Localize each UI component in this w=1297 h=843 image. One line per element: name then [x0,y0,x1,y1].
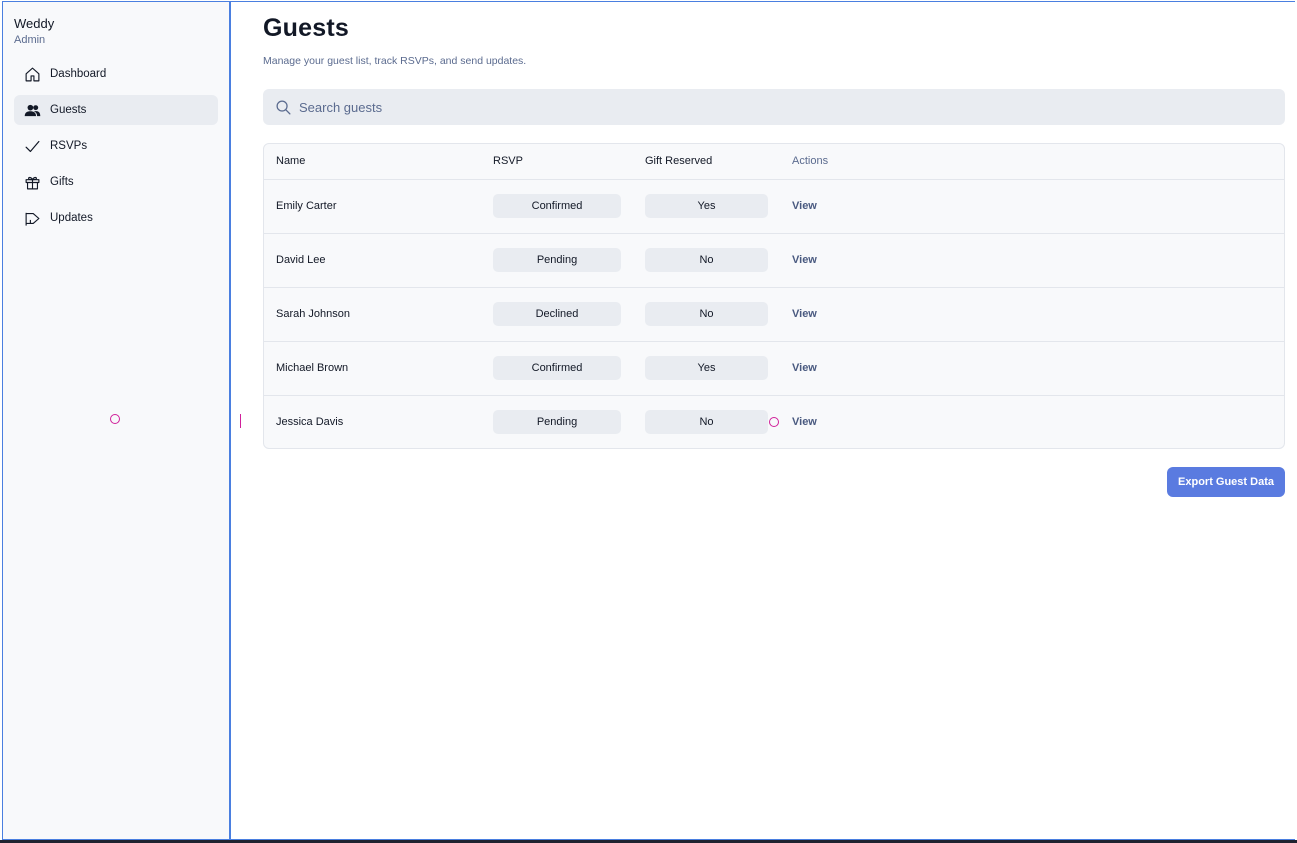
sidebar-item-label: Guests [50,104,87,116]
view-guest-link[interactable]: View [792,416,817,428]
cursor-marker [110,414,120,424]
sidebar-item-updates[interactable]: Updates [14,203,218,233]
rsvp-status-badge: Pending [493,410,621,434]
guest-name: Michael Brown [276,362,349,374]
table-row: Sarah Johnson Declined No View [264,288,1284,342]
guests-table: Name RSVP Gift Reserved Actions Emily Ca… [263,143,1285,449]
rsvp-status-badge: Pending [493,248,621,272]
rsvp-status-badge: Confirmed [493,356,621,380]
guest-name: Jessica Davis [276,416,344,428]
gift-reserved-badge: No [645,302,768,326]
page-title: Guests [263,14,349,42]
search-bar[interactable] [263,89,1285,125]
sidebar-item-gifts[interactable]: Gifts [14,167,218,197]
guest-name: David Lee [276,254,326,266]
caret-marker [240,414,241,428]
view-guest-link[interactable]: View [792,362,817,374]
brand: Weddy Admin [14,16,54,47]
gift-icon [24,174,41,191]
guest-name: Emily Carter [276,200,337,212]
page-subtitle: Manage your guest list, track RSVPs, and… [263,55,527,67]
rsvp-status-badge: Confirmed [493,194,621,218]
table-row: Emily Carter Confirmed Yes View [264,180,1284,234]
megaphone-icon [24,210,41,227]
cursor-marker [769,417,779,427]
search-icon [275,99,292,116]
sidebar-item-guests[interactable]: Guests [14,95,218,125]
table-row: David Lee Pending No View [264,234,1284,288]
app-role: Admin [14,34,46,46]
view-guest-link[interactable]: View [792,254,817,266]
table-header: Name RSVP Gift Reserved Actions [264,144,1284,180]
guest-name: Sarah Johnson [276,308,350,320]
users-icon [24,102,41,119]
gift-reserved-badge: Yes [645,194,768,218]
search-input[interactable] [299,99,1199,115]
gift-reserved-badge: No [645,410,768,434]
home-icon [24,66,41,83]
sidebar-item-label: Gifts [50,176,74,188]
sidebar-item-label: Updates [50,212,93,224]
app-name: Weddy [14,16,55,31]
sidebar-item-label: RSVPs [50,140,88,152]
sidebar-item-dashboard[interactable]: Dashboard [14,59,218,89]
column-header-gift: Gift Reserved [645,155,713,167]
column-header-actions: Actions [792,155,829,167]
sidebar-nav: Dashboard Guests RSVPs Gifts Updates [14,59,218,239]
sidebar: Weddy Admin Dashboard Guests RSVPs Gifts… [3,2,231,839]
table-row: Michael Brown Confirmed Yes View [264,342,1284,396]
view-guest-link[interactable]: View [792,308,817,320]
gift-reserved-badge: Yes [645,356,768,380]
column-header-rsvp: RSVP [493,155,523,167]
gift-reserved-badge: No [645,248,768,272]
sidebar-item-rsvps[interactable]: RSVPs [14,131,218,161]
export-guest-data-button[interactable]: Export Guest Data [1167,467,1285,497]
view-guest-link[interactable]: View [792,200,817,212]
check-icon [24,138,41,155]
sidebar-item-label: Dashboard [50,68,107,80]
rsvp-status-badge: Declined [493,302,621,326]
table-row: Jessica Davis Pending No View [264,396,1284,448]
column-header-name: Name [276,155,306,167]
